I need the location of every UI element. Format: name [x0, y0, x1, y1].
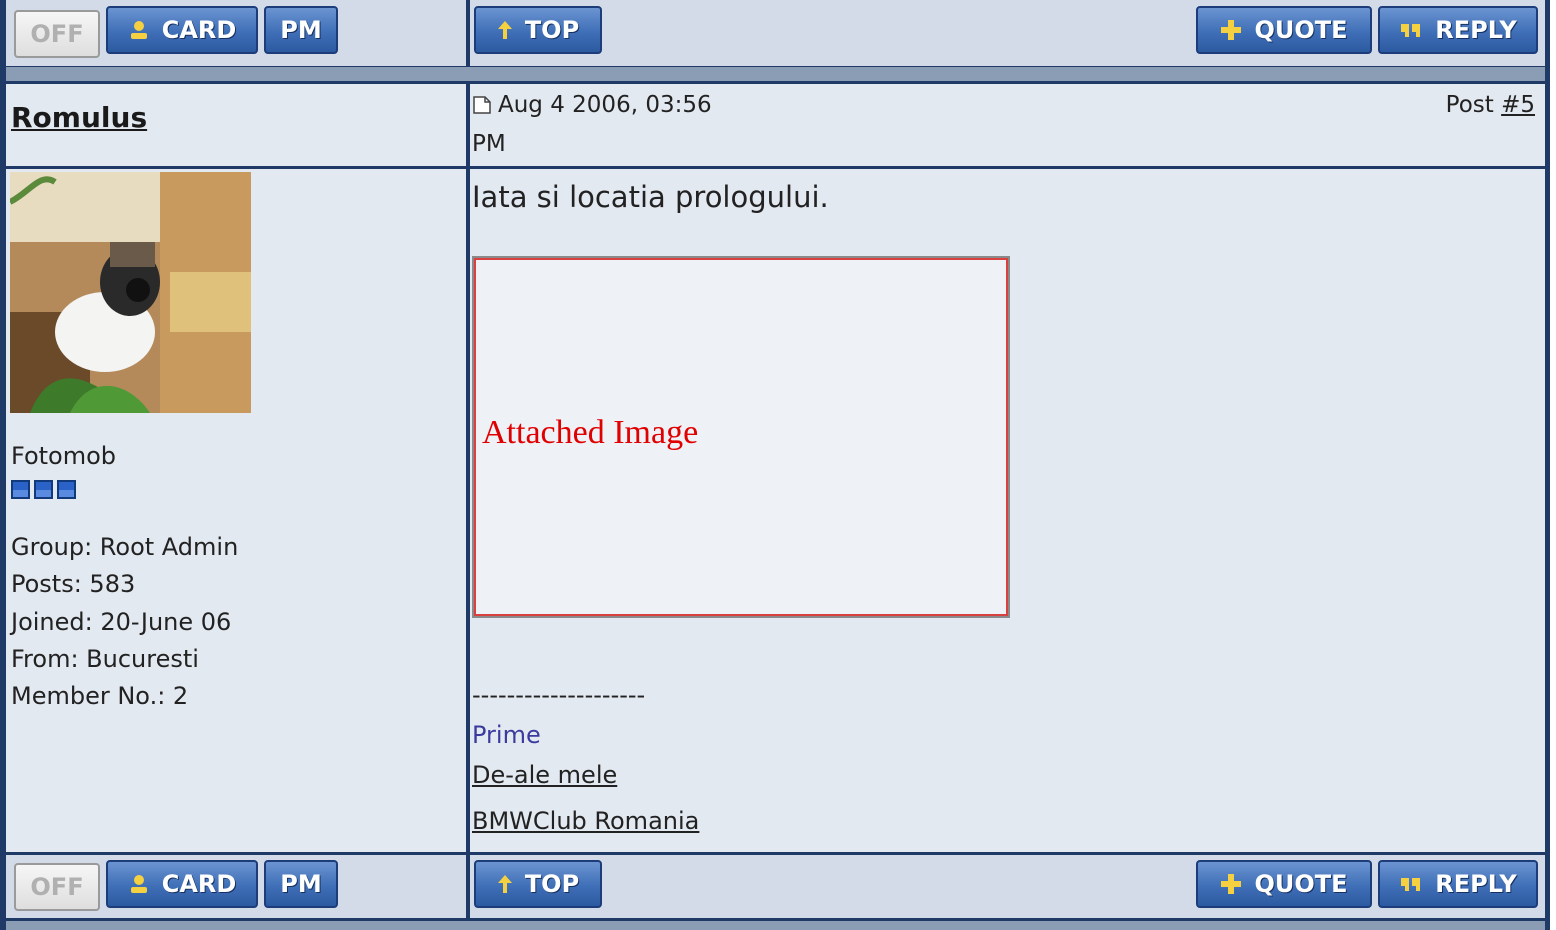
reply-button-bottom[interactable]: REPLY	[1378, 860, 1538, 908]
post-body-text: Iata si locatia prologului.	[472, 180, 829, 214]
top-button[interactable]: TOP	[474, 6, 602, 54]
top-label: TOP	[524, 16, 580, 44]
post-date: Aug 4 2006, 03:56	[472, 92, 712, 121]
reply-label: REPLY	[1435, 870, 1517, 898]
online-status-label: OFF	[30, 873, 84, 901]
forum-post-frame: OFF CARD PM TOP QUOTE REPLY Romulus Aug	[0, 0, 1550, 930]
arrow-up-icon	[497, 20, 513, 40]
reply-button[interactable]: REPLY	[1378, 6, 1538, 54]
author-posts: Posts: 583	[11, 570, 136, 598]
attached-image[interactable]: Attached Image	[472, 256, 1010, 618]
arrow-up-icon	[497, 874, 513, 894]
user-icon	[128, 19, 150, 41]
post-date-line2: PM	[472, 131, 506, 157]
author-from: From: Bucuresti	[11, 645, 199, 673]
online-status-button-bottom[interactable]: OFF	[14, 863, 100, 911]
avatar[interactable]	[10, 172, 251, 413]
post-number-link[interactable]: #5	[1501, 92, 1535, 118]
plus-icon	[1220, 873, 1242, 895]
signature-link-bmwclub[interactable]: BMWClub Romania	[472, 807, 699, 835]
plus-icon	[1220, 19, 1242, 41]
post-number: Post #5	[1446, 92, 1535, 118]
signature-link-de-ale-mele[interactable]: De-ale mele	[472, 761, 617, 789]
quote-label: QUOTE	[1254, 16, 1348, 44]
rank-pips	[11, 480, 76, 499]
attached-image-label: Attached Image	[482, 414, 699, 451]
pm-label: PM	[280, 870, 322, 898]
post-date-line1: Aug 4 2006, 03:56	[498, 92, 712, 118]
contact-card-button-bottom[interactable]: CARD	[106, 860, 258, 908]
contact-card-label: CARD	[161, 870, 237, 898]
rank-pip-icon	[34, 480, 53, 499]
author-name-link[interactable]: Romulus	[11, 101, 147, 134]
post-icon	[472, 95, 492, 121]
top-label: TOP	[524, 870, 580, 898]
online-status-button[interactable]: OFF	[14, 10, 100, 58]
pm-button[interactable]: PM	[264, 6, 338, 54]
contact-card-label: CARD	[161, 16, 237, 44]
post-number-label: Post	[1445, 92, 1494, 118]
top-button-bottom[interactable]: TOP	[474, 860, 602, 908]
contact-card-button[interactable]: CARD	[106, 6, 258, 54]
author-title: Fotomob	[11, 442, 117, 470]
author-group: Group: Root Admin	[11, 533, 239, 561]
signature-rule: --------------------	[472, 681, 646, 709]
quote-mark-icon	[1399, 21, 1423, 39]
pm-button-bottom[interactable]: PM	[264, 860, 338, 908]
rank-pip-icon	[57, 480, 76, 499]
reply-label: REPLY	[1435, 16, 1517, 44]
user-icon	[128, 873, 150, 895]
rank-pip-icon	[11, 480, 30, 499]
quote-button-bottom[interactable]: QUOTE	[1196, 860, 1372, 908]
author-member-no: Member No.: 2	[11, 682, 189, 710]
author-joined: Joined: 20-June 06	[11, 608, 232, 636]
quote-mark-icon	[1399, 875, 1423, 893]
post-separator-bar-bottom	[6, 921, 1545, 930]
post-separator-bar	[6, 67, 1545, 81]
quote-label: QUOTE	[1254, 870, 1348, 898]
pm-label: PM	[280, 16, 322, 44]
signature-link-prime[interactable]: Prime	[472, 721, 541, 749]
quote-button[interactable]: QUOTE	[1196, 6, 1372, 54]
online-status-label: OFF	[30, 20, 84, 48]
